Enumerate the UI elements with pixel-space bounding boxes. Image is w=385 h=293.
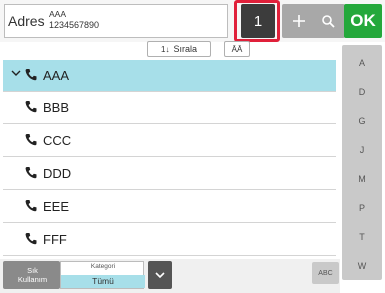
frequent-use-label-line2: Kullanım (17, 275, 48, 284)
plus-icon (293, 15, 305, 27)
sort-button[interactable]: 1↓ Sırala (147, 41, 211, 57)
chevron-down-icon[interactable] (11, 68, 21, 81)
az-toggle-button[interactable]: ĀĀ (224, 41, 250, 57)
index-letter[interactable]: T (342, 232, 382, 242)
phone-icon (25, 100, 37, 116)
index-letter[interactable]: P (342, 203, 382, 213)
sort-label: Sırala (173, 44, 197, 54)
frequent-use-label-line1: Sık (27, 266, 38, 275)
category-dropdown-button[interactable] (148, 261, 172, 289)
phone-icon (25, 232, 37, 248)
index-letter[interactable]: W (342, 261, 382, 271)
highlight-frame (234, 0, 280, 42)
address-list: AAA BBB CCC DDD EEE FFF (3, 60, 336, 258)
index-letter[interactable]: G (342, 116, 382, 126)
sort-icon: 1↓ (161, 44, 170, 54)
category-value: Tümü (61, 275, 145, 288)
frequent-use-button[interactable]: Sık Kullanım (3, 261, 60, 289)
list-item-label: BBB (43, 100, 70, 115)
address-number: 1234567890 (49, 20, 100, 30)
phone-icon (25, 166, 37, 182)
list-item[interactable]: DDD (3, 158, 336, 190)
category-selector[interactable]: Kategori Tümü (60, 261, 145, 289)
list-item[interactable]: FFF (3, 224, 336, 256)
search-icon (322, 15, 335, 28)
alphabet-index: A D G J M P T W (342, 45, 382, 280)
frequent-use-label: Sık Kullanım (18, 266, 47, 284)
index-letter[interactable]: M (342, 174, 382, 184)
chevron-down-icon (155, 272, 165, 279)
list-item[interactable]: CCC (3, 125, 336, 157)
index-letter[interactable]: J (342, 145, 382, 155)
index-letter[interactable]: D (342, 87, 382, 97)
phone-icon (25, 133, 37, 149)
list-item-label: FFF (43, 232, 67, 247)
phone-icon (25, 68, 37, 84)
address-book-screen: Adres AAA 1234567890 1 OK 1↓ Sırala ĀĀ A… (0, 0, 385, 293)
list-item-label: DDD (43, 166, 72, 181)
abc-toggle-button[interactable]: ABC (312, 262, 339, 284)
top-bar: Adres AAA 1234567890 1 OK (0, 0, 385, 42)
address-name: AAA (49, 9, 67, 19)
list-item-label: CCC (43, 133, 72, 148)
phone-icon (25, 199, 37, 215)
ok-button[interactable]: OK (344, 4, 382, 38)
list-item-label: AAA (43, 68, 70, 83)
index-letter[interactable]: A (342, 58, 382, 68)
list-item[interactable]: BBB (3, 92, 336, 124)
search-button[interactable] (311, 4, 345, 38)
address-field[interactable]: Adres AAA 1234567890 (4, 4, 228, 38)
list-item[interactable]: EEE (3, 191, 336, 223)
address-label: Adres (8, 13, 45, 29)
category-label: Kategori (90, 263, 116, 270)
list-item-label: EEE (43, 199, 70, 214)
list-item[interactable]: AAA (3, 60, 336, 92)
